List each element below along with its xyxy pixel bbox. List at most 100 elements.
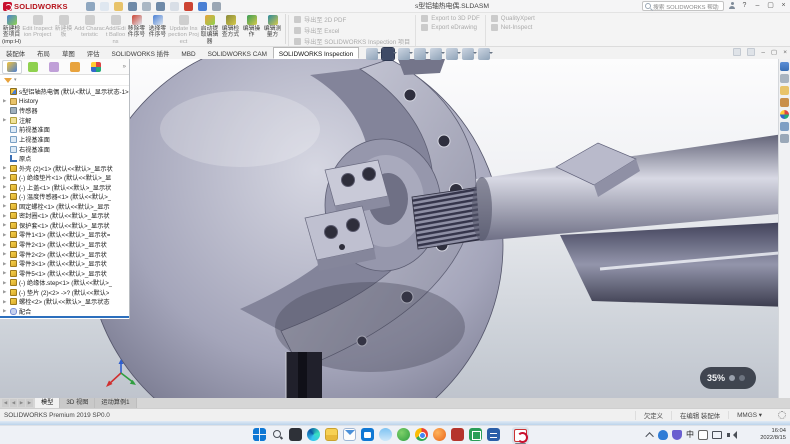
open-icon[interactable] <box>114 2 123 11</box>
overlay-badge[interactable]: 35% <box>700 367 756 389</box>
expand-arrow-icon[interactable]: ▶ <box>3 270 8 276</box>
tree-item[interactable]: ▶零件2<2> (默认<<默认>_显示状 <box>0 249 129 259</box>
tree-item[interactable]: ▶(-) 垫片 (2)<2> ->? (默认<<默认> <box>0 287 129 297</box>
security-icon[interactable] <box>672 430 682 440</box>
taskbar-app-start-icon[interactable] <box>253 428 266 441</box>
expand-arrow-icon[interactable]: ▶ <box>3 175 8 181</box>
expand-arrow-icon[interactable]: ▶ <box>3 232 8 238</box>
home-icon[interactable] <box>86 2 95 11</box>
lang-icon[interactable]: 中 <box>686 430 694 440</box>
help-button[interactable]: ? <box>740 1 749 11</box>
expand-arrow-icon[interactable]: ▶ <box>3 261 8 267</box>
tab-mbd[interactable]: MBD <box>175 47 201 59</box>
expand-arrow-icon[interactable]: ▶ <box>3 242 8 248</box>
tab-solidworks-插件[interactable]: SOLIDWORKS 插件 <box>106 47 176 59</box>
taskbar-app-app-green-icon[interactable] <box>397 428 410 441</box>
doc-nav-prev-icon[interactable]: ◀ <box>10 399 17 407</box>
tab-评估[interactable]: 评估 <box>81 47 106 59</box>
ribbon-button-edit-measurement[interactable]: 编辑测量方 <box>262 14 283 39</box>
tree-item[interactable]: 传感器 <box>0 106 129 116</box>
hide-show-items-icon[interactable] <box>430 48 442 60</box>
ribbon-button-new-inspection-project[interactable]: 新建检查项目 (imp:H) <box>1 14 22 45</box>
login-icon[interactable] <box>728 2 736 10</box>
expand-arrow-icon[interactable]: ▶ <box>3 117 8 123</box>
print-icon[interactable] <box>142 2 151 11</box>
options-icon[interactable] <box>198 2 207 11</box>
expand-arrow-icon[interactable]: ▶ <box>3 165 8 171</box>
tree-item[interactable]: s型铝轴热电偶 (默认<默认_显示状态-1> <box>0 87 129 97</box>
expand-arrow-icon[interactable]: ▶ <box>3 203 8 209</box>
doc-minimize-button[interactable]: – <box>761 49 765 56</box>
taskbar-app-browser-orange-icon[interactable] <box>433 428 446 441</box>
ribbon-button-launch-extract-editor[interactable]: 启动提取编辑器 <box>199 14 220 45</box>
expand-arrow-icon[interactable]: ▶ <box>3 194 8 200</box>
expand-arrow-icon[interactable]: ▶ <box>3 289 8 295</box>
tree-item[interactable]: ▶密封圈<1> (默认<<默认>_显示状 <box>0 211 129 221</box>
status-gear-icon[interactable] <box>778 411 786 419</box>
doc-toolbar-icon[interactable] <box>733 48 741 56</box>
expand-arrow-icon[interactable]: ▶ <box>3 98 8 104</box>
tree-filter[interactable]: ▾ <box>0 75 129 86</box>
panel-tabs-more[interactable]: » <box>123 64 129 70</box>
tree-item[interactable]: ▶零件5<1> (默认<<默认>_显示状 <box>0 268 129 278</box>
taskbar-app-file-explorer-icon[interactable] <box>325 428 338 441</box>
tree-item[interactable]: ▶零件1<1> (默认<<默认>_显示状= <box>0 230 129 240</box>
taskbar-app-search-icon[interactable] <box>271 428 284 441</box>
tree-item[interactable]: ▶配合 <box>0 307 129 315</box>
doc-tab-运动算例1[interactable]: 运动算例1 <box>95 398 136 408</box>
expand-arrow-icon[interactable]: ▶ <box>3 280 8 286</box>
expand-arrow-icon[interactable]: ▶ <box>3 299 8 305</box>
view-palette-icon[interactable] <box>780 98 789 107</box>
tree-item[interactable]: 前视基准面 <box>0 125 129 135</box>
panel-tab-feature-manager[interactable] <box>2 60 22 74</box>
appearances-icon[interactable] <box>780 110 789 119</box>
taskbar-app-solidworks[interactable] <box>512 427 529 444</box>
close-button[interactable]: × <box>779 1 788 11</box>
tree-item[interactable]: ▶(-) 绝缘体.step<1> (默认<<默认>_ <box>0 278 129 288</box>
tree-item[interactable]: ▶固定螺栓<1> (默认<<默认>_显示 <box>0 202 129 212</box>
expand-arrow-icon[interactable]: ▶ <box>3 251 8 257</box>
new-document-icon[interactable] <box>100 2 109 11</box>
search-input[interactable]: 搜索 SOLIDWORKS 帮助 <box>642 1 724 11</box>
taskbar-app-widgets-icon[interactable] <box>289 428 302 441</box>
taskbar-clock[interactable]: 16:04 2022/8/15 <box>760 428 786 442</box>
doc-restore-button[interactable]: ▢ <box>771 48 777 56</box>
tree-item[interactable]: ▶History <box>0 97 129 107</box>
apply-scene-icon[interactable] <box>462 48 474 60</box>
zoom-fit-icon[interactable] <box>366 48 378 60</box>
ribbon-button-select-balloons[interactable]: 选择零件序号 <box>147 14 168 39</box>
units-selector[interactable]: MMGS ▾ <box>728 411 770 419</box>
tree-end-bar[interactable] <box>0 316 129 318</box>
tab-solidworks-cam[interactable]: SOLIDWORKS CAM <box>202 47 273 59</box>
tab-solidworks-inspection[interactable]: SOLIDWORKS Inspection <box>273 47 359 59</box>
minimize-button[interactable]: – <box>753 1 762 11</box>
design-library-icon[interactable] <box>780 74 789 83</box>
rebuild-icon[interactable] <box>184 2 193 11</box>
ribbon-button-remove-balloons[interactable]: 移除零件序号 <box>126 14 147 39</box>
expand-arrow-icon[interactable]: ▶ <box>3 222 8 228</box>
tree-item[interactable]: ▶外壳 (2)<1> (默认<<默认>_显示状 <box>0 163 129 173</box>
cloud-icon[interactable] <box>658 430 668 440</box>
taskbar-app-browser-icon[interactable] <box>415 428 428 441</box>
tree-item[interactable]: ▶零件3<1> (默认<<默认>_显示状 <box>0 259 129 269</box>
tree-item[interactable]: ▶(-) 上盖<1> (默认<<默认>_显示状 <box>0 182 129 192</box>
taskbar-app-reader-icon[interactable] <box>451 428 464 441</box>
custom-properties-icon[interactable] <box>780 122 789 131</box>
view-orientation-icon[interactable] <box>398 48 410 60</box>
home-icon[interactable] <box>780 62 789 71</box>
taskbar-app-store-icon[interactable] <box>361 428 374 441</box>
ime-icon[interactable] <box>698 430 708 440</box>
tree-item[interactable]: 上视基准面 <box>0 135 129 145</box>
file-explorer-icon[interactable] <box>780 86 789 95</box>
tab-草图[interactable]: 草图 <box>56 47 81 59</box>
doc-nav-next-icon[interactable]: ▶ <box>18 399 25 407</box>
doc-close-button[interactable]: × <box>783 49 787 56</box>
forum-icon[interactable] <box>780 134 789 143</box>
settings-icon[interactable] <box>212 2 221 11</box>
expand-arrow-icon[interactable]: ▶ <box>3 184 8 190</box>
tree-item[interactable]: ▶(-) 温度传感器<1> (默认<<默认>_ <box>0 192 129 202</box>
volume-icon[interactable] <box>726 430 736 440</box>
chevron-up-icon[interactable] <box>645 432 653 440</box>
section-view-icon[interactable] <box>382 48 394 60</box>
tree-item[interactable]: ▶保护套<1> (默认<<默认>_显示状 <box>0 221 129 231</box>
